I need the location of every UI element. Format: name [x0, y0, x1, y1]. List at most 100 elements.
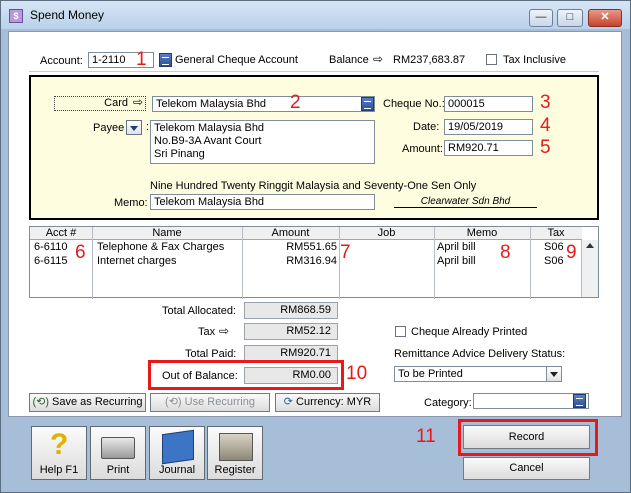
account-label: Account:: [40, 55, 83, 67]
table-row[interactable]: 6-6110 Telephone & Fax Charges RM551.65 …: [30, 241, 581, 255]
card-input[interactable]: Telekom Malaysia Bhd: [152, 96, 375, 112]
help-button[interactable]: ? Help F1: [31, 426, 87, 480]
currency-label: Currency:: [296, 396, 344, 408]
account-name: General Cheque Account: [175, 54, 298, 66]
card-list-button[interactable]: [361, 97, 374, 111]
annotation-3: 3: [540, 92, 551, 113]
signature: Clearwater Sdn Bhd: [394, 196, 537, 208]
record-button[interactable]: Record: [463, 425, 590, 449]
currency-icon: ⟳: [283, 396, 293, 408]
payee-line-3: Sri Pinang: [154, 148, 205, 160]
register-button[interactable]: Register: [207, 426, 263, 480]
maximize-button[interactable]: □: [557, 9, 583, 27]
annotation-7: 7: [340, 242, 351, 263]
question-mark-icon: ?: [50, 428, 69, 461]
use-recurring-button[interactable]: (⟲) Use Recurring: [150, 393, 270, 412]
table-body: 6-6110 Telephone & Fax Charges RM551.65 …: [30, 241, 581, 269]
annotation-1: 1: [136, 49, 147, 70]
total-paid-label: Total Paid:: [185, 348, 237, 360]
header-acct[interactable]: Acct #: [30, 227, 92, 240]
table-scrollbar[interactable]: [581, 240, 598, 297]
annotation-5: 5: [540, 137, 551, 158]
header-tax[interactable]: Tax: [530, 227, 582, 240]
annotation-11: 11: [416, 426, 436, 447]
print-button[interactable]: Print: [90, 426, 146, 480]
chevron-down-icon: [130, 126, 138, 131]
category-label: Category:: [424, 397, 472, 409]
window-title: Spend Money: [30, 8, 105, 22]
tax-arrow-icon[interactable]: ⇨: [219, 324, 229, 338]
chevron-down-icon: [550, 372, 558, 377]
save-as-recurring-label: Save as Recurring: [52, 396, 143, 408]
scroll-up-icon[interactable]: [586, 243, 594, 248]
print-label: Print: [106, 464, 130, 476]
minimize-button[interactable]: —: [529, 9, 553, 27]
cancel-button[interactable]: Cancel: [463, 457, 590, 480]
close-button[interactable]: ✕: [588, 9, 622, 27]
cell-memo: April bill: [437, 241, 476, 253]
header-name[interactable]: Name: [92, 227, 242, 240]
annotation-10: 10: [346, 363, 368, 384]
tax-label: Tax: [198, 326, 216, 338]
annotation-8: 8: [500, 242, 511, 263]
category-input[interactable]: [473, 393, 589, 409]
currency-value: MYR: [346, 396, 372, 408]
memo-label: Memo:: [114, 197, 148, 209]
journal-button[interactable]: Journal: [149, 426, 205, 480]
cheque-printed-checkbox[interactable]: [395, 326, 406, 337]
payee-label: Payee: [93, 122, 125, 134]
tax-value: RM52.12: [244, 323, 338, 340]
journal-label: Journal: [158, 464, 196, 476]
category-list-button[interactable]: [573, 394, 586, 408]
cell-tax: S06: [544, 241, 564, 253]
table-row[interactable]: 6-6115 Internet charges RM316.94 April b…: [30, 255, 581, 269]
currency-button[interactable]: ⟳ Currency: MYR: [275, 393, 380, 412]
help-label: Help F1: [39, 464, 79, 476]
payee-menu-button[interactable]: [126, 120, 142, 135]
register-label: Register: [214, 464, 256, 476]
balance-value: RM237,683.87: [393, 54, 466, 66]
cell-memo: April bill: [437, 255, 476, 267]
payee-address-input[interactable]: Telekom Malaysia Bhd No.B9-3A Avant Cour…: [150, 120, 375, 164]
arrow-icon: ⇨: [373, 52, 384, 66]
register-icon: [219, 433, 253, 461]
out-of-balance-value: RM0.00: [244, 367, 338, 384]
save-as-recurring-button[interactable]: (⟲) Save as Recurring: [29, 393, 146, 412]
out-of-balance-label: Out of Balance:: [162, 370, 238, 382]
printer-icon: [101, 437, 135, 459]
header-memo[interactable]: Memo: [434, 227, 530, 240]
cheque-no-label: Cheque No.:: [383, 98, 445, 110]
tax-inclusive-checkbox[interactable]: [486, 54, 497, 65]
recurring-icon: (⟲): [32, 396, 49, 408]
amount-in-words: Nine Hundred Twenty Ringgit Malaysia and…: [150, 180, 477, 192]
payee-line-2: No.B9-3A Avant Court: [154, 135, 262, 147]
date-label: Date:: [413, 121, 440, 133]
remittance-label: Remittance Advice Delivery Status:: [394, 348, 566, 360]
total-allocated-label: Total Allocated:: [162, 305, 236, 317]
header-job[interactable]: Job: [339, 227, 434, 240]
annotation-2: 2: [290, 92, 301, 113]
cheque-printed-label: Cheque Already Printed: [411, 326, 528, 338]
annotation-9: 9: [566, 242, 577, 263]
memo-input[interactable]: Telekom Malaysia Bhd: [150, 194, 375, 210]
remittance-select[interactable]: To be Printed: [394, 366, 562, 382]
balance-label: Balance: [329, 54, 369, 66]
amount-input[interactable]: RM920.71: [444, 140, 533, 156]
cell-acct: 6-6110: [34, 241, 68, 253]
header-amount[interactable]: Amount: [242, 227, 339, 240]
amount-label: Amount:: [402, 143, 443, 155]
journal-icon: [162, 429, 194, 465]
use-recurring-icon: (⟲): [165, 396, 182, 408]
cell-tax: S06: [544, 255, 564, 267]
payee-separator: :: [146, 121, 150, 133]
date-input[interactable]: 19/05/2019: [444, 119, 533, 135]
cheque-no-input[interactable]: 000015: [444, 96, 533, 112]
card-arrow-icon: ⇨: [133, 95, 144, 109]
allocation-table[interactable]: Acct # Name Amount Job Memo Tax 6-6110 T…: [29, 226, 599, 299]
card-label: Card: [104, 97, 128, 109]
remittance-dropdown-button[interactable]: [546, 367, 561, 381]
use-recurring-label: Use Recurring: [184, 396, 255, 408]
payee-line-1: Telekom Malaysia Bhd: [154, 122, 265, 134]
cell-name: Telephone & Fax Charges: [97, 241, 225, 253]
account-list-button[interactable]: [159, 53, 172, 67]
